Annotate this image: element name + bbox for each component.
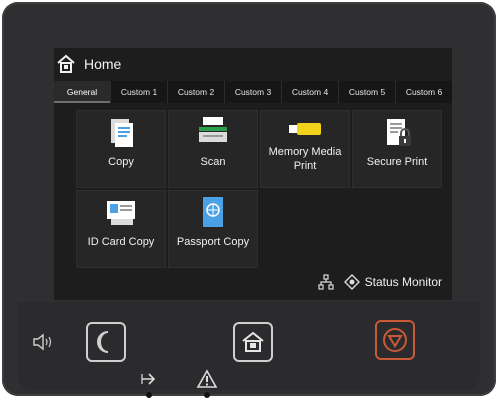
scan-label: Scan: [200, 156, 226, 168]
home-icon: [242, 331, 264, 352]
data-led: [146, 392, 152, 398]
touch-screen: Home General Custom 1 Custom 2 Custom 3 …: [54, 48, 452, 300]
copy-tile[interactable]: Copy: [76, 110, 166, 188]
energy-saver-button[interactable]: [86, 322, 126, 362]
copy-icon: [111, 119, 133, 147]
id-card-icon: [107, 201, 135, 225]
page-title: Home: [84, 56, 122, 72]
home-header: Home: [54, 48, 452, 80]
moon-icon: [97, 331, 109, 353]
id-card-copy-label: ID Card Copy: [87, 236, 155, 248]
status-monitor-label: Status Monitor: [364, 275, 442, 289]
tab-general[interactable]: General: [54, 81, 110, 103]
scan-tile[interactable]: Scan: [168, 110, 258, 188]
tab-custom-2[interactable]: Custom 2: [167, 81, 224, 103]
secure-print-label: Secure Print: [366, 156, 428, 168]
tab-custom-5[interactable]: Custom 5: [338, 81, 395, 103]
volume-icon: [33, 333, 52, 351]
passport-copy-tile[interactable]: Passport Copy: [168, 190, 258, 268]
home-icon: [57, 54, 75, 73]
status-monitor-icon: [343, 274, 360, 290]
error-led: [204, 392, 210, 398]
tab-bar: General Custom 1 Custom 2 Custom 3 Custo…: [54, 81, 452, 103]
status-area: Status Monitor: [318, 272, 442, 292]
passport-icon: [203, 197, 223, 227]
memory-media-print-tile[interactable]: Memory Media Print: [260, 110, 350, 188]
scan-icon: [199, 117, 227, 142]
secure-print-tile[interactable]: Secure Print: [352, 110, 442, 188]
home-button[interactable]: [233, 322, 273, 362]
data-indicator-icon: [141, 373, 156, 385]
status-monitor-button[interactable]: Status Monitor: [343, 274, 442, 290]
passport-copy-label: Passport Copy: [176, 236, 250, 248]
tab-custom-3[interactable]: Custom 3: [224, 81, 281, 103]
secure-print-icon: [387, 119, 411, 146]
tab-custom-1[interactable]: Custom 1: [110, 81, 167, 103]
printer-panel: Home General Custom 1 Custom 2 Custom 3 …: [2, 2, 496, 398]
tab-custom-6[interactable]: Custom 6: [395, 81, 452, 103]
stop-button[interactable]: [375, 320, 415, 360]
error-indicator-icon: [196, 369, 218, 388]
function-grid: Copy Scan Memory Media Print Secure Prin…: [76, 110, 442, 268]
copy-label: Copy: [108, 156, 134, 168]
stop-icon: [383, 328, 407, 352]
memory-media-print-label: Memory Media Print: [268, 146, 342, 172]
network-icon[interactable]: [318, 274, 334, 290]
id-card-copy-tile[interactable]: ID Card Copy: [76, 190, 166, 268]
tab-custom-4[interactable]: Custom 4: [281, 81, 338, 103]
